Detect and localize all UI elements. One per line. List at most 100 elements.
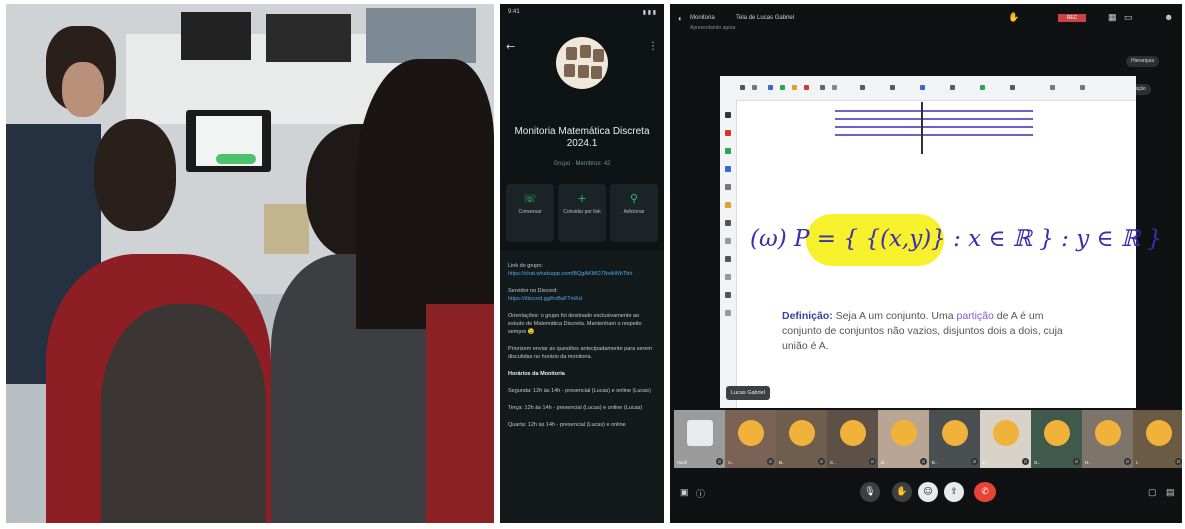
hand-raised-icon[interactable]: ✋ [1008,12,1019,23]
participant-tile[interactable]: I.. ∅ [1133,410,1182,468]
participant-avatar [738,420,764,446]
action-label: Adicionar [623,209,645,215]
present-icon[interactable]: ⇧ [944,482,964,502]
call-controls: ▣ ⓘ ▢ ▤ 🎙 ✋ ☺ ⇧ ✆ [670,482,1182,522]
participant-name: B.. [779,460,785,465]
grid-icon[interactable]: ▦ [1108,12,1117,23]
participant-tile[interactable]: A.. ∅ [725,410,777,468]
mic-muted-icon: ∅ [716,458,723,465]
video-call-window: ◐ Monitoria Tela de Lucas Gabriel Aprese… [670,4,1182,523]
call-top-bar: ◐ Monitoria Tela de Lucas Gabriel Aprese… [670,4,1182,34]
whiteboard-toolbar [720,76,1136,101]
status-bar: 9:41 ▮ ▮ ▮ [500,4,664,22]
group-subtitle: Grupo · Membros: 42 [553,161,611,167]
mic-muted-icon: ∅ [1124,458,1131,465]
participant-avatar [993,420,1019,446]
group-actions: ☏ Conversar + Convidar por link ⚲ Adicio… [506,184,658,242]
participant-avatar [942,420,968,446]
reminder-text: Priorizem enviar as questões antecipadam… [508,346,652,360]
mic-muted-icon: ∅ [818,458,825,465]
participant-tile[interactable]: C.. ∅ [827,410,879,468]
schedule-title: Horários da Monitoria [508,371,565,377]
action-add-button[interactable]: ⚲ Adicionar [610,184,658,242]
add-person-icon: ⚲ [629,192,639,205]
presenting-tab-title: Tela de Lucas Gabriel [736,15,795,21]
action-label: Conversar [518,209,542,215]
participant-name: Você [677,460,688,465]
group-link[interactable]: https://chat.whatsapp.com/BQgAKMO7NvtkWb… [508,270,656,278]
captions-icon[interactable]: ▣ [680,487,689,498]
participant-avatar [687,420,713,446]
hand-icon[interactable]: ✋ [892,482,912,502]
drawn-line [835,118,1033,120]
more-options-icon[interactable]: ⋮ [648,41,658,52]
mic-muted-icon: ∅ [1022,458,1029,465]
mic-muted-icon: ∅ [920,458,927,465]
info-icon[interactable]: ⓘ [696,487,705,500]
drawn-line [835,134,1033,136]
participant-avatar [1044,420,1070,446]
discord-link[interactable]: https://discord.gg/hvBaFTmKd [508,295,656,303]
drawn-line [835,110,1033,112]
definition-text: Definição: Seja A um conjunto. Uma parti… [782,309,1082,354]
end-call-icon[interactable]: ✆ [974,482,996,502]
participant-tile[interactable]: F.. ∅ [980,410,1032,468]
mic-muted-icon: ∅ [971,458,978,465]
participant-tile[interactable]: E.. ∅ [929,410,981,468]
presenter-name-tag: Lucas Gabriel [726,386,770,400]
participant-tile[interactable]: B.. ∅ [776,410,828,468]
status-icons: ▮ ▮ ▮ [642,10,656,16]
participant-tile[interactable]: Você ∅ [674,410,726,468]
lock-icon[interactable]: ▤ [1166,487,1175,498]
participant-name: C.. [830,460,836,465]
participant-strip: Você ∅ A.. ∅ B.. ∅ C.. ∅ D.. ∅ E.. ∅ F.. ∅ G.. ∅ H.. ∅ I..… [674,410,1182,470]
schedule-line: Quarta: 12h às 14h - presencial (Lucas) … [508,422,626,428]
definition-part: Seja A um conjunto. Uma [832,310,957,322]
schedule-line: Terça: 12h às 14h - presencial (Lucas) e… [508,405,643,411]
participant-name: H.. [1085,460,1091,465]
participant-name: A.. [728,460,734,465]
chat-icon[interactable]: ▭ [1124,12,1133,23]
participant-tile[interactable]: G.. ∅ [1031,410,1083,468]
rules-text: Orientações: o grupo foi destinado exclu… [508,313,642,335]
group-description: Link do grupo: https://chat.whatsapp.com… [500,250,664,523]
mic-icon[interactable]: 🎙 [860,482,880,502]
participant-tile[interactable]: D.. ∅ [878,410,930,468]
mic-muted-icon: ∅ [869,458,876,465]
action-label: Convidar por link [563,209,601,215]
group-title: Monitoria Matemática Discreta 2024.1 [514,126,650,149]
handwritten-math: (ω) P = { {(x,y)} : x ∈ ℝ } : y ∈ ℝ } [750,226,1162,252]
app-name: Monitoria [690,15,715,21]
shared-whiteboard: (ω) P = { {(x,y)} : x ∈ ℝ } : y ∈ ℝ } De… [720,76,1162,408]
presenting-subtitle: Apresentando agora [690,25,736,31]
group-avatar[interactable] [556,37,608,89]
whiteboard-sidebar [720,100,737,408]
participant-avatar [789,420,815,446]
mic-muted-icon: ∅ [1175,458,1182,465]
hierarchy-chip[interactable]: Hierarquia [1126,56,1160,67]
participant-name: E.. [932,460,938,465]
activities-icon[interactable]: ▢ [1148,487,1157,498]
definition-label: Definição: [782,310,833,322]
definition-term: partição [956,310,994,322]
action-conversar-button[interactable]: ☏ Conversar [506,184,554,242]
add-member-icon: + [577,192,587,205]
group-link-label: Link do grupo: [508,263,543,269]
classroom-photo [6,4,494,523]
emoji-icon[interactable]: ☺ [918,482,938,502]
people-icon[interactable]: ☻ [1164,12,1173,22]
participant-name: I.. [1136,460,1140,465]
participant-name: G.. [1034,460,1041,465]
participant-tile[interactable]: H.. ∅ [1082,410,1134,468]
action-invite-button[interactable]: + Convidar por link [558,184,606,242]
schedule-line: Segunda: 12h às 14h - presencial (Lucas)… [508,388,651,394]
mic-muted-icon: ∅ [767,458,774,465]
back-arrow-icon[interactable]: ← [506,41,516,52]
participant-avatar [891,420,917,446]
status-time: 9:41 [508,9,520,15]
participant-name: D.. [881,460,887,465]
participant-avatar [1095,420,1121,446]
rec-badge: REC [1058,14,1086,22]
back-icon[interactable]: ◐ [678,14,683,23]
whatsapp-group-info: 9:41 ▮ ▮ ▮ ← ⋮ Monitoria Matemática Disc… [500,4,664,523]
